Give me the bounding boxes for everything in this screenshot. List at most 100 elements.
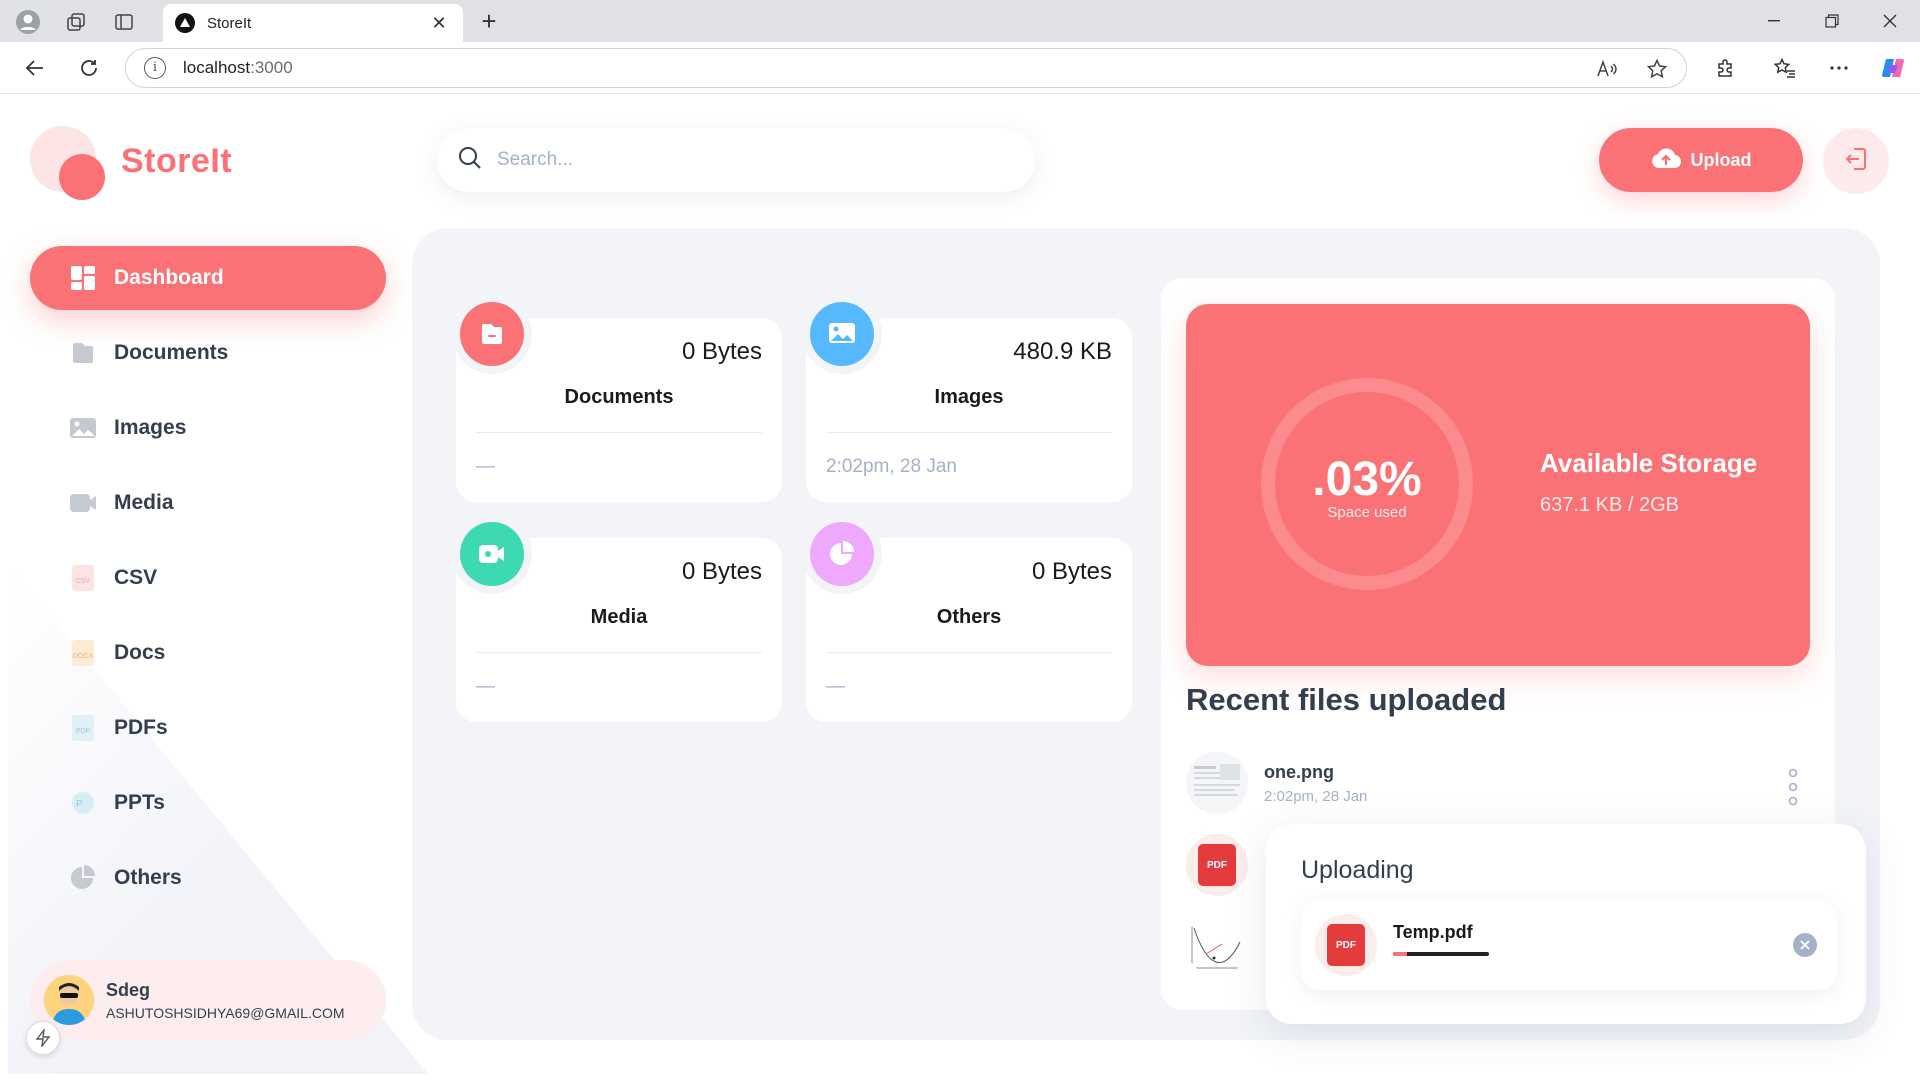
card-date: — (476, 676, 495, 697)
storage-percent: .03% (1312, 453, 1422, 506)
uploading-title: Uploading (1301, 856, 1414, 884)
dashboard-icon (68, 263, 98, 293)
storeit-logo[interactable]: StoreIt (30, 126, 290, 200)
card-date: 2:02pm, 28 Jan (826, 456, 957, 477)
uploading-file-name: Temp.pdf (1393, 922, 1473, 942)
back-icon[interactable] (18, 52, 52, 84)
card-size: 0 Bytes (1031, 558, 1112, 585)
sidebar-item-label: Docs (114, 641, 166, 664)
avatar (44, 975, 94, 1025)
card-divider (826, 432, 1112, 433)
logo-text: StoreIt (121, 142, 233, 180)
card-divider (826, 652, 1112, 653)
ppt-icon: P (68, 788, 98, 818)
documents-icon (460, 302, 524, 366)
upload-button[interactable]: Upload (1599, 128, 1803, 192)
sidebar-item-label: Documents (114, 341, 229, 364)
card-divider (476, 652, 762, 653)
user-card[interactable]: Sdeg ASHUTOSHSIDHYA69@GMAIL.COM (30, 960, 386, 1040)
card-date: — (476, 456, 495, 477)
file-actions-icon[interactable] (1786, 768, 1800, 806)
sidebar-item-label: PPTs (114, 791, 165, 814)
card-divider (476, 432, 762, 433)
upload-progress-bar (1393, 952, 1489, 956)
extensions-icon[interactable] (1708, 52, 1742, 84)
media-icon (68, 488, 98, 518)
others-icon (68, 863, 98, 893)
tab-title: StoreIt (207, 14, 252, 32)
sidebar-item-label: Images (114, 416, 187, 439)
sidebar-item-documents[interactable]: Documents (30, 321, 386, 385)
workspaces-icon[interactable] (58, 9, 94, 35)
summary-card-others[interactable]: 0 Bytes Others — (806, 522, 1132, 722)
tab-close-icon[interactable]: ✕ (427, 13, 451, 34)
new-tab-icon[interactable]: + (472, 6, 506, 36)
summary-card-images[interactable]: 480.9 KB Images 2:02pm, 28 Jan (806, 302, 1132, 502)
sidebar-item-images[interactable]: Images (30, 396, 386, 460)
favorite-star-icon[interactable] (1642, 58, 1672, 80)
sidebar-item-csv[interactable]: CSV CSV (30, 546, 386, 610)
card-label: Media (590, 606, 648, 628)
sidebar-item-label: PDFs (114, 716, 168, 739)
copilot-icon[interactable] (1876, 52, 1910, 84)
sidebar-item-ppts[interactable]: P PPTs (30, 771, 386, 835)
sidebar-item-media[interactable]: Media (30, 471, 386, 535)
more-icon[interactable] (1822, 52, 1856, 84)
card-size: 0 Bytes (681, 338, 762, 365)
favorites-icon[interactable] (1768, 52, 1802, 84)
recent-file-item[interactable]: one.png 2:02pm, 28 Jan (1186, 752, 1810, 818)
cloud-upload-icon (1651, 147, 1681, 174)
favicon-icon (175, 13, 195, 33)
sidebar-item-label: Media (114, 491, 174, 514)
chart-thumbnail (1186, 914, 1248, 976)
minimize-icon[interactable] (1752, 7, 1796, 35)
upload-label: Upload (1690, 149, 1752, 170)
user-name: Sdeg (106, 979, 151, 1000)
sidebar-item-dashboard[interactable]: Dashboard (30, 246, 386, 310)
available-storage-title: Available Storage (1540, 448, 1758, 478)
card-date: — (826, 676, 845, 697)
address-bar[interactable]: i localhost:3000 (125, 48, 1687, 88)
file-thumbnail (1186, 752, 1248, 814)
cancel-upload-icon[interactable] (1793, 933, 1817, 957)
summary-card-documents[interactable]: 0 Bytes Documents — (456, 302, 782, 502)
user-info: Sdeg ASHUTOSHSIDHYA69@GMAIL.COM (106, 980, 345, 1021)
uploading-panel: Uploading PDF Temp.pdf (1266, 824, 1866, 1024)
browser-navbar: i localhost:3000 (0, 42, 1920, 94)
search-input[interactable] (497, 149, 997, 171)
pdf-file-icon: PDF (1327, 924, 1365, 966)
images-icon (68, 413, 98, 443)
profile-icon[interactable] (10, 9, 46, 35)
search-bar[interactable] (437, 128, 1035, 192)
bolt-icon[interactable] (26, 1021, 60, 1055)
pdf-thumbnail: PDF (1186, 834, 1248, 896)
card-label: Documents (564, 386, 674, 408)
uploading-file-item: PDF Temp.pdf (1301, 900, 1837, 990)
sidebar-item-docs[interactable]: DOCX Docs (30, 621, 386, 685)
file-date: 2:02pm, 28 Jan (1264, 788, 1368, 805)
reload-icon[interactable] (72, 52, 106, 84)
logout-button[interactable] (1823, 128, 1889, 194)
media-icon (460, 522, 524, 586)
site-info-icon[interactable]: i (144, 57, 166, 79)
close-window-icon[interactable] (1868, 7, 1912, 35)
tab-storeit[interactable]: StoreIt ✕ (163, 4, 463, 42)
search-icon (457, 145, 483, 176)
card-label: Images (934, 386, 1004, 408)
summary-card-media[interactable]: 0 Bytes Media — (456, 522, 782, 722)
sidebar-item-others[interactable]: Others (30, 846, 386, 910)
csv-badge: CSV (75, 578, 91, 585)
available-storage-value: 637.1 KB / 2GB (1540, 494, 1679, 516)
sidebar-item-pdfs[interactable]: PDF PDFs (30, 696, 386, 760)
read-aloud-icon[interactable] (1592, 58, 1622, 80)
sidebar-item-label: Dashboard (114, 266, 224, 289)
logo-circle-small (59, 154, 105, 200)
logout-icon (1843, 146, 1869, 177)
tab-actions-icon[interactable] (106, 9, 142, 35)
pdf-file-icon: PDF (1198, 844, 1236, 886)
restore-icon[interactable] (1810, 7, 1854, 35)
user-email: ASHUTOSHSIDHYA69@GMAIL.COM (106, 1004, 345, 1021)
csv-icon: CSV (68, 563, 98, 593)
pdf-badge: PDF (76, 728, 90, 735)
card-label: Others (936, 606, 1002, 628)
